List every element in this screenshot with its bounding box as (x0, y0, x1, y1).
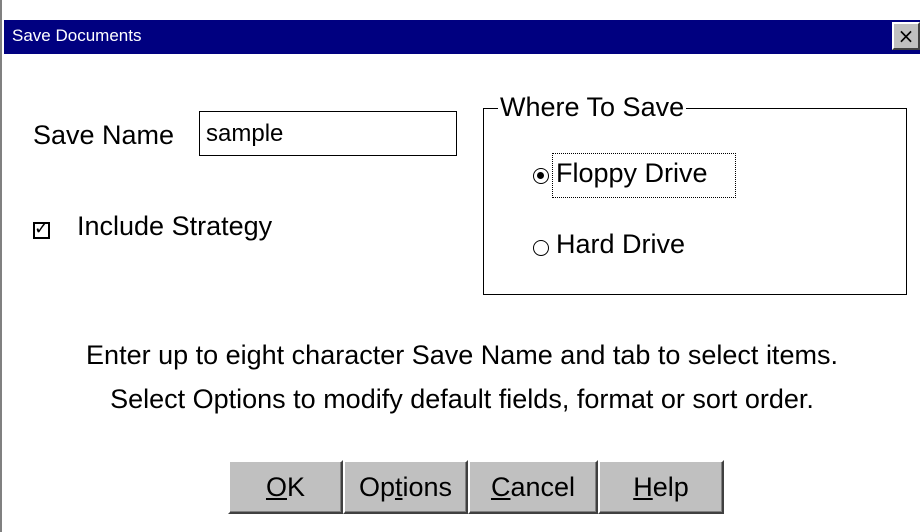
include-strategy-checkbox[interactable]: ✓ (33, 218, 50, 239)
floppy-drive-label[interactable]: Floppy Drive (556, 158, 708, 189)
floppy-drive-radio[interactable] (533, 168, 549, 184)
checkmark-icon: ✓ (34, 218, 50, 239)
save-name-label: Save Name (33, 120, 175, 150)
title-bar[interactable]: Save Documents × (4, 20, 920, 54)
hard-drive-label[interactable]: Hard Drive (556, 229, 685, 260)
where-to-save-legend: Where To Save (498, 92, 687, 123)
save-documents-dialog: Save Documents × Save Name ✓ Include Str… (0, 0, 920, 532)
window-title: Save Documents (12, 26, 142, 45)
where-to-save-group (483, 108, 907, 295)
cancel-button[interactable]: Cancel (468, 460, 598, 514)
save-name-input[interactable] (199, 111, 457, 156)
include-strategy-label[interactable]: Include Strategy (77, 211, 272, 242)
help-button[interactable]: Help (598, 460, 724, 514)
info-text-line-2: Select Options to modify default fields,… (110, 384, 814, 414)
info-text-line-1: Enter up to eight character Save Name an… (86, 340, 838, 370)
radio-selected-dot (537, 172, 544, 179)
close-icon: × (897, 24, 915, 48)
options-button[interactable]: Options (343, 460, 468, 514)
ok-button[interactable]: OK (228, 460, 343, 514)
hard-drive-radio[interactable] (533, 240, 549, 256)
close-button[interactable]: × (892, 22, 920, 50)
